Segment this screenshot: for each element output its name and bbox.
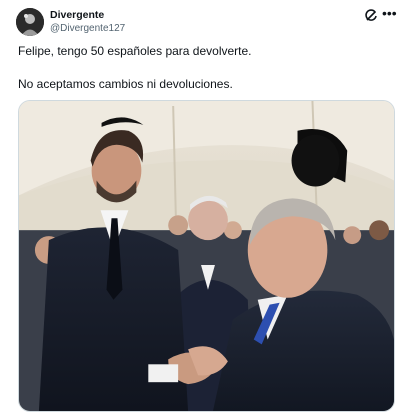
tweet-photo[interactable] bbox=[18, 100, 395, 412]
avatar[interactable] bbox=[16, 8, 44, 36]
tweet[interactable]: Divergente @Divergente127 ••• Felipe, te… bbox=[0, 0, 406, 419]
user-handle[interactable]: @Divergente127 bbox=[50, 23, 125, 34]
tweet-text-line-2: No aceptamos cambios ni devoluciones. bbox=[18, 77, 233, 91]
more-icon[interactable]: ••• bbox=[382, 6, 397, 20]
grok-icon[interactable] bbox=[364, 9, 378, 23]
display-name[interactable]: Divergente bbox=[50, 9, 104, 21]
tweet-text-line-1: Felipe, tengo 50 españoles para devolver… bbox=[18, 44, 252, 58]
